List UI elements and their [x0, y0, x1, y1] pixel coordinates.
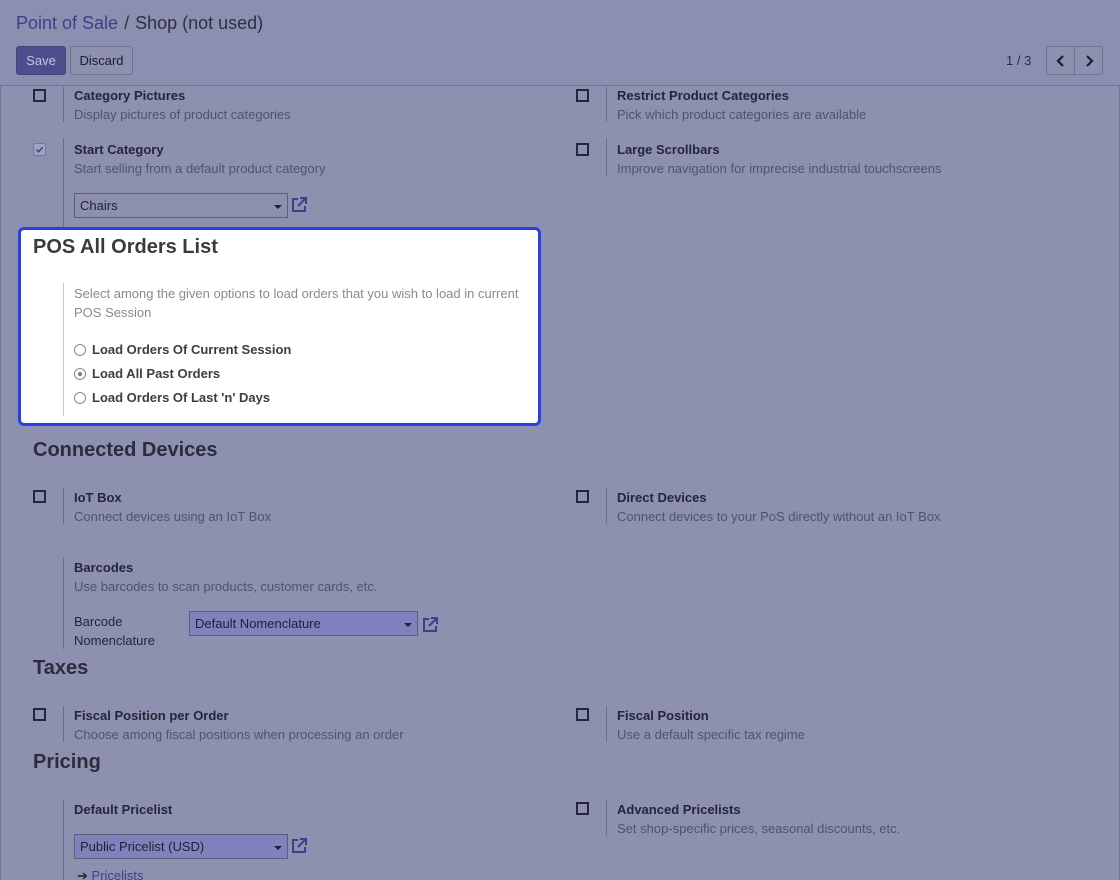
discard-button[interactable]: Discard	[70, 46, 133, 75]
breadcrumb: Point of Sale / Shop (not used)	[16, 13, 263, 34]
radio-button[interactable]	[74, 367, 86, 380]
restrict-categories-label: Restrict Product Categories	[617, 88, 789, 103]
radio-button[interactable]	[74, 391, 86, 404]
external-link-icon[interactable]	[289, 195, 309, 215]
divider	[606, 488, 607, 524]
start-category-label: Start Category	[74, 142, 164, 157]
breadcrumb-parent-link[interactable]: Point of Sale	[16, 13, 118, 33]
restrict-categories-checkbox[interactable]	[576, 89, 589, 102]
pos-orders-list-title: POS All Orders List	[33, 236, 218, 258]
checkmark-icon	[35, 146, 44, 153]
caret-down-icon	[274, 846, 282, 850]
barcode-nomenclature-value: Default Nomenclature	[195, 616, 321, 631]
control-panel: Point of Sale / Shop (not used) Save Disca…	[0, 0, 1120, 86]
direct-devices-label: Direct Devices	[617, 490, 707, 505]
large-scrollbars-desc: Improve navigation for imprecise industr…	[617, 161, 942, 176]
iot-box-checkbox[interactable]	[33, 490, 46, 503]
pos-orders-list-desc: Select among the given options to load o…	[74, 286, 519, 320]
default-pricelist-label: Default Pricelist	[74, 802, 173, 817]
fiscal-position-desc: Use a default specific tax regime	[617, 727, 805, 742]
radio-button[interactable]	[74, 343, 86, 356]
divider	[63, 87, 64, 122]
save-button[interactable]: Save	[16, 46, 66, 75]
start-category-checkbox[interactable]	[33, 143, 46, 156]
divider	[63, 557, 64, 649]
pricelists-link[interactable]: ➔ Pricelists	[77, 868, 144, 880]
large-scrollbars-checkbox[interactable]	[576, 143, 589, 156]
default-pricelist-select[interactable]: Public Pricelist (USD)	[74, 834, 288, 859]
fiscal-per-order-checkbox[interactable]	[33, 708, 46, 721]
external-link-icon[interactable]	[420, 615, 440, 635]
pos-orders-list-panel: POS All Orders List Select among the giv…	[18, 227, 541, 426]
category-pictures-label: Category Pictures	[74, 88, 186, 103]
pricelists-link-label: Pricelists	[91, 868, 144, 880]
fiscal-per-order-label: Fiscal Position per Order	[74, 708, 229, 723]
category-pictures-desc: Display pictures of product categories	[74, 107, 291, 122]
radio-load-all-past-orders[interactable]: Load All Past Orders	[74, 366, 220, 381]
arrow-right-icon: ➔	[77, 868, 88, 880]
fiscal-position-label: Fiscal Position	[617, 708, 709, 723]
advanced-pricelists-desc: Set shop-specific prices, seasonal disco…	[617, 821, 901, 836]
pager-next-button[interactable]	[1074, 46, 1103, 75]
iot-box-desc: Connect devices using an IoT Box	[74, 509, 272, 524]
restrict-categories-desc: Pick which product categories are availa…	[617, 107, 867, 122]
divider	[63, 800, 64, 880]
divider	[606, 138, 607, 176]
breadcrumb-current: Shop (not used)	[135, 13, 264, 33]
advanced-pricelists-checkbox[interactable]	[576, 802, 589, 815]
barcodes-desc: Use barcodes to scan products, customer …	[74, 579, 378, 594]
radio-load-current-session[interactable]: Load Orders Of Current Session	[74, 342, 291, 357]
advanced-pricelists-label: Advanced Pricelists	[617, 802, 741, 817]
connected-devices-title: Connected Devices	[33, 439, 218, 461]
start-category-desc: Start selling from a default product cat…	[74, 161, 326, 176]
barcode-nomenclature-label-line2: Nomenclature	[74, 633, 155, 648]
radio-label: Load Orders Of Last 'n' Days	[92, 390, 271, 405]
default-pricelist-value: Public Pricelist (USD)	[80, 839, 205, 854]
barcode-nomenclature-label-line1: Barcode	[74, 614, 123, 629]
large-scrollbars-label: Large Scrollbars	[617, 142, 720, 157]
pager-value[interactable]: 1 / 3	[1006, 53, 1031, 68]
chevron-right-icon	[1085, 54, 1094, 67]
divider	[606, 706, 607, 742]
caret-down-icon	[274, 205, 282, 209]
radio-label: Load Orders Of Current Session	[92, 342, 292, 357]
fiscal-position-checkbox[interactable]	[576, 708, 589, 721]
divider	[606, 800, 607, 836]
chevron-left-icon	[1055, 54, 1064, 67]
direct-devices-checkbox[interactable]	[576, 490, 589, 503]
radio-label: Load All Past Orders	[92, 366, 221, 381]
radio-load-last-n-days[interactable]: Load Orders Of Last 'n' Days	[74, 390, 270, 405]
barcode-nomenclature-select[interactable]: Default Nomenclature	[189, 611, 418, 636]
barcodes-label: Barcodes	[74, 560, 134, 575]
breadcrumb-separator: /	[124, 13, 130, 33]
iot-box-label: IoT Box	[74, 490, 122, 505]
external-link-icon[interactable]	[289, 836, 309, 856]
divider	[63, 283, 64, 416]
taxes-title: Taxes	[33, 657, 89, 679]
caret-down-icon	[404, 623, 412, 627]
fiscal-per-order-desc: Choose among fiscal positions when proce…	[74, 727, 404, 742]
divider	[606, 87, 607, 122]
direct-devices-desc: Connect devices to your PoS directly wit…	[617, 509, 941, 524]
divider	[63, 706, 64, 742]
start-category-select[interactable]: Chairs	[74, 193, 288, 218]
pager-previous-button[interactable]	[1046, 46, 1075, 75]
pricing-title: Pricing	[33, 751, 101, 773]
divider	[63, 488, 64, 524]
start-category-value: Chairs	[80, 198, 118, 213]
divider	[63, 138, 64, 228]
category-pictures-checkbox[interactable]	[33, 89, 46, 102]
